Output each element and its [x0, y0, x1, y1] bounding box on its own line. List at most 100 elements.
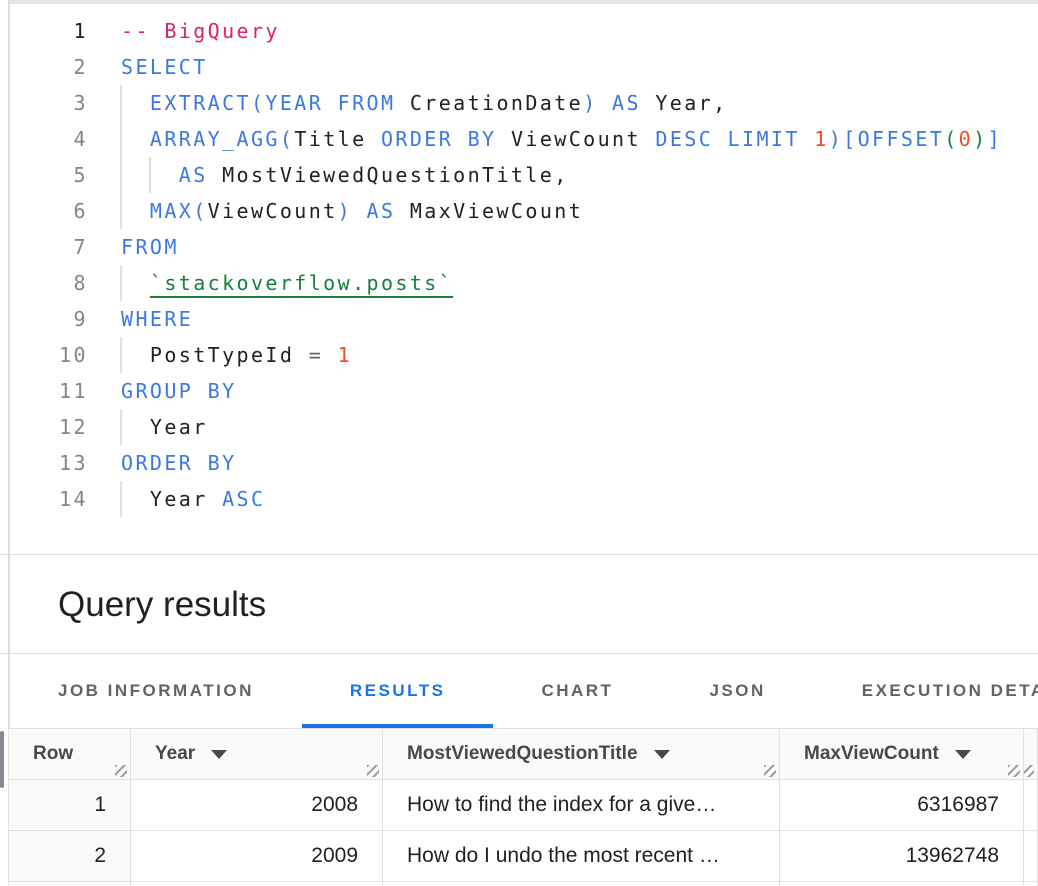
- sql-token-keyword: AS: [179, 163, 208, 187]
- cell-mostviewedquestiontitle: [383, 882, 780, 886]
- cell-maxviewcount: 13962748: [780, 831, 1024, 882]
- line-number: 13: [10, 445, 88, 481]
- code-line-12[interactable]: 12 Year: [10, 409, 1036, 445]
- tab-execution-details[interactable]: EXECUTION DETAILS: [814, 654, 1038, 728]
- column-header-mostviewedquestiontitle: MostViewedQuestionTitle: [383, 729, 780, 780]
- code-line-1[interactable]: 1-- BigQuery: [10, 13, 1036, 49]
- tab-job-information[interactable]: JOB INFORMATION: [10, 654, 302, 728]
- code-line-5[interactable]: 5 AS MostViewedQuestionTitle,: [10, 157, 1036, 193]
- sql-token-identifier: MostViewedQuestionTitle,: [208, 163, 569, 187]
- results-table: Row Year MostViewedQuestionTitle MaxViewCou…: [8, 728, 1038, 886]
- table-reference-link[interactable]: `stackoverflow.posts`: [150, 271, 453, 295]
- code-line-11[interactable]: 11GROUP BY: [10, 373, 1036, 409]
- cell-year: 2009: [131, 831, 383, 882]
- column-header-extra: [1024, 729, 1038, 780]
- sql-token-keyword: )[OFFSET: [829, 127, 945, 151]
- indent-guide: [149, 157, 151, 193]
- sql-token-keyword: ORDER BY: [121, 451, 237, 475]
- column-menu-dropdown-icon[interactable]: [654, 750, 670, 759]
- cell-year: 2008: [131, 780, 383, 831]
- sql-token-keyword: WHERE: [121, 307, 193, 331]
- column-header-maxviewcount: MaxViewCount: [780, 729, 1024, 780]
- column-label: MaxViewCount: [804, 743, 939, 765]
- code-text: `stackoverflow.posts`: [121, 265, 453, 301]
- tab-chart[interactable]: CHART: [493, 654, 661, 728]
- column-label: Row: [33, 743, 73, 765]
- sql-token-number: 0: [959, 127, 973, 151]
- code-text: MAX(ViewCount) AS MaxViewCount: [121, 193, 583, 229]
- code-line-13[interactable]: 13 ORDER BY: [10, 445, 1036, 481]
- sql-token-identifier: ViewCount: [497, 127, 641, 151]
- sql-token-operator: =: [294, 343, 323, 367]
- code-text: Year ASC: [121, 481, 265, 517]
- code-text: AS MostViewedQuestionTitle,: [121, 157, 569, 193]
- indent-guide: [120, 337, 122, 373]
- indent-guide: [120, 85, 122, 121]
- code-line-14[interactable]: 14 Year ASC: [10, 481, 1036, 517]
- code-line-2[interactable]: 2SELECT: [10, 49, 1036, 85]
- code-text: Year: [121, 409, 208, 445]
- indent-guide: [120, 193, 122, 229]
- column-resize-handle-icon[interactable]: [764, 765, 776, 777]
- code-text: SELECT: [121, 49, 208, 85]
- sql-token-identifier: [121, 91, 150, 115]
- cell-year: [131, 882, 383, 886]
- indent-guide: [120, 157, 122, 193]
- line-number: 14: [10, 481, 88, 517]
- sql-token-keyword: MAX(: [150, 199, 208, 223]
- column-resize-handle-icon[interactable]: [115, 765, 127, 777]
- tab-results[interactable]: RESULTS: [302, 654, 494, 728]
- sql-token-identifier: PostTypeId: [121, 343, 294, 367]
- sql-token-identifier: ViewCount: [208, 199, 338, 223]
- sql-token-keyword: FROM: [121, 235, 179, 259]
- sql-token-keyword: GROUP BY: [121, 379, 237, 403]
- column-header-year: Year: [131, 729, 383, 780]
- code-line-3[interactable]: 3 EXTRACT(YEAR FROM CreationDate) AS Yea…: [10, 85, 1036, 121]
- line-number: 4: [10, 121, 88, 157]
- code-text: FROM: [121, 229, 179, 265]
- cell-row: 1: [9, 780, 131, 831]
- sql-token-identifier: Title: [294, 127, 366, 151]
- code-line-6[interactable]: 6 MAX(ViewCount) AS MaxViewCount: [10, 193, 1036, 229]
- sql-token-identifier: [121, 199, 150, 223]
- sql-token-identifier: MaxViewCount: [395, 199, 583, 223]
- line-number: 1: [10, 13, 88, 49]
- tab-json[interactable]: JSON: [661, 654, 813, 728]
- column-resize-handle-icon[interactable]: [1008, 765, 1020, 777]
- line-number: 10: [10, 337, 88, 373]
- code-line-4[interactable]: 4 ARRAY_AGG(Title ORDER BY ViewCount DES…: [10, 121, 1036, 157]
- line-number: 3: [10, 85, 88, 121]
- code-line-9[interactable]: 9 WHERE: [10, 301, 1036, 337]
- column-resize-handle-icon[interactable]: [1024, 765, 1034, 777]
- code-text: ARRAY_AGG(Title ORDER BY ViewCount DESC …: [121, 121, 1002, 157]
- sql-token-identifier: Year,: [641, 91, 728, 115]
- indent-guide: [120, 265, 122, 301]
- cell-row: 2: [9, 831, 131, 882]
- column-header-row: Row: [9, 729, 131, 780]
- results-tab-bar: JOB INFORMATIONRESULTSCHARTJSONEXECUTION…: [10, 654, 1038, 728]
- sql-token-keyword: ARRAY_AGG(: [150, 127, 294, 151]
- code-text: GROUP BY: [121, 373, 237, 409]
- vertical-scrollbar-thumb[interactable]: [0, 731, 4, 788]
- query-results-title: Query results: [58, 556, 266, 653]
- sql-token-identifier: Year: [121, 487, 208, 511]
- column-label: MostViewedQuestionTitle: [407, 743, 638, 765]
- line-number: 6: [10, 193, 88, 229]
- cell-extra: [1024, 882, 1038, 886]
- code-text: ORDER BY: [121, 445, 237, 481]
- code-line-7[interactable]: 7FROM: [10, 229, 1036, 265]
- sql-editor[interactable]: 1-- BigQuery2SELECT3 EXTRACT(YEAR FROM C…: [10, 8, 1036, 553]
- indent-guide: [120, 121, 122, 157]
- sql-token-keyword: EXTRACT(YEAR FROM: [150, 91, 396, 115]
- sql-token-identifier: Year: [121, 415, 208, 439]
- cell-mostviewedquestiontitle: How to find the index for a give…: [383, 780, 780, 831]
- code-line-8[interactable]: 8 `stackoverflow.posts`: [10, 265, 1036, 301]
- line-number: 9: [10, 301, 88, 337]
- column-menu-dropdown-icon[interactable]: [211, 750, 227, 759]
- code-line-10[interactable]: 10 PostTypeId = 1: [10, 337, 1036, 373]
- column-menu-dropdown-icon[interactable]: [955, 750, 971, 759]
- column-resize-handle-icon[interactable]: [367, 765, 379, 777]
- sql-token-identifier: CreationDate: [395, 91, 583, 115]
- cell-extra: [1024, 780, 1038, 831]
- cell-maxviewcount: [780, 882, 1024, 886]
